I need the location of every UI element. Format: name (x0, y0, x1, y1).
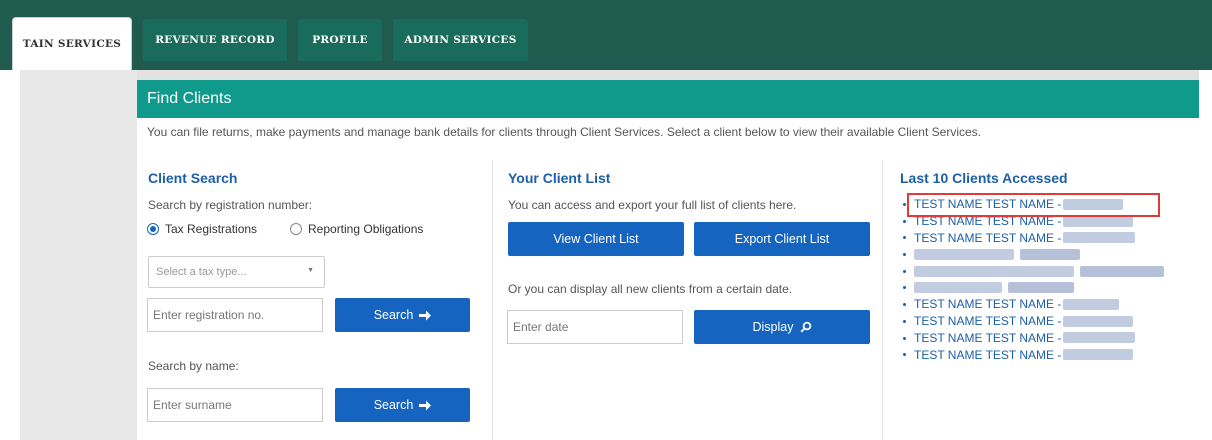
magnifier-icon (799, 321, 811, 333)
date-description: Or you can display all new clients from … (508, 282, 793, 296)
intro-text: You can file returns, make payments and … (147, 125, 981, 139)
date-input-placeholder: Enter date (513, 320, 569, 334)
recent-client-link[interactable]: TEST NAME TEST NAME - (900, 196, 1190, 213)
arrow-right-icon (419, 400, 432, 410)
radio-unselected-icon (290, 223, 302, 235)
tax-type-select[interactable]: Select a tax type... ▼ (148, 256, 325, 288)
recent-client-link[interactable] (900, 263, 1190, 280)
search-by-name-label: Search by name: (148, 359, 239, 373)
bullet-icon (903, 203, 906, 206)
recent-client-name: TEST NAME TEST NAME - (914, 214, 1062, 229)
redacted-name (914, 282, 1002, 294)
redacted-id (1008, 282, 1074, 294)
client-search-heading: Client Search (148, 170, 238, 186)
bullet-icon (903, 219, 906, 223)
view-client-list-button[interactable]: View Client List (508, 222, 684, 256)
redacted-id (1063, 332, 1136, 344)
search-button-label: Search (373, 398, 414, 412)
radio-selected-icon (147, 223, 159, 235)
recent-client-link[interactable] (900, 279, 1190, 296)
recent-client-link[interactable]: TEST NAME TEST NAME - (900, 296, 1190, 313)
tab-revenue-record[interactable]: REVENUE RECORD (143, 19, 287, 61)
radio-reporting-obligations[interactable]: Reporting Obligations (290, 222, 423, 236)
radio-tax-registrations-label: Tax Registrations (165, 222, 258, 236)
recent-client-name: TEST NAME TEST NAME - (914, 314, 1062, 329)
tab-admin-services[interactable]: ADMIN SERVICES (393, 19, 528, 61)
left-sidebar (20, 70, 137, 440)
client-list-description: You can access and export your full list… (508, 198, 797, 212)
recent-client-link[interactable]: TEST NAME TEST NAME - (900, 213, 1190, 230)
bullet-icon (903, 336, 906, 340)
export-client-list-button[interactable]: Export Client List (694, 222, 870, 256)
recent-client-link[interactable]: TEST NAME TEST NAME - (900, 313, 1190, 330)
redacted-name (914, 265, 1074, 277)
recent-client-name: TEST NAME TEST NAME - (914, 297, 1062, 312)
client-list-heading: Your Client List (508, 170, 611, 186)
recent-client-link[interactable]: TEST NAME TEST NAME - (900, 330, 1190, 347)
bullet-icon (903, 353, 906, 357)
display-button[interactable]: Display (694, 310, 870, 344)
search-by-registration-button[interactable]: Search (335, 298, 470, 332)
redacted-id (1080, 265, 1164, 277)
view-client-list-label: View Client List (553, 232, 639, 246)
recent-client-name: TEST NAME TEST NAME - (914, 330, 1062, 345)
search-by-registration-label: Search by registration number: (148, 198, 313, 212)
surname-input[interactable]: Enter surname (147, 388, 323, 422)
bullet-icon (903, 286, 906, 290)
page-title: Find Clients (147, 90, 232, 107)
search-by-name-button[interactable]: Search (335, 388, 470, 422)
recent-client-link[interactable] (900, 246, 1190, 263)
recent-clients-heading: Last 10 Clients Accessed (900, 170, 1068, 186)
recent-client-link[interactable]: TEST NAME TEST NAME - (900, 229, 1190, 246)
recent-client-name: TEST NAME TEST NAME - (914, 197, 1062, 212)
redacted-id (1063, 198, 1124, 210)
registration-number-placeholder: Enter registration no. (153, 308, 265, 322)
column-divider-2 (882, 160, 883, 440)
redacted-id (1063, 298, 1120, 310)
bullet-icon (903, 303, 906, 307)
content-gutter (137, 70, 1199, 80)
recent-clients-list: TEST NAME TEST NAME - TEST NAME TEST NAM… (900, 196, 1190, 363)
redacted-name (914, 248, 1014, 260)
radio-tax-registrations[interactable]: Tax Registrations (147, 222, 257, 236)
bullet-icon (903, 269, 906, 273)
redacted-id (1020, 248, 1080, 260)
tax-type-select-value: Select a tax type... (156, 266, 247, 278)
recent-client-name: TEST NAME TEST NAME - (914, 347, 1062, 362)
bullet-icon (903, 253, 906, 257)
surname-placeholder: Enter surname (153, 398, 232, 412)
tab-tain-services[interactable]: TAIN SERVICES (12, 17, 132, 70)
recent-client-name: TEST NAME TEST NAME - (914, 230, 1062, 245)
radio-reporting-obligations-label: Reporting Obligations (308, 222, 424, 236)
display-button-label: Display (752, 320, 794, 334)
recent-client-link[interactable]: TEST NAME TEST NAME - (900, 346, 1190, 363)
date-input[interactable]: Enter date (507, 310, 683, 344)
arrow-right-icon (419, 310, 432, 320)
column-divider-1 (492, 160, 493, 440)
page-title-banner: Find Clients (137, 80, 1199, 118)
tab-profile[interactable]: PROFILE (298, 19, 382, 61)
search-button-label: Search (373, 308, 414, 322)
bullet-icon (903, 236, 906, 240)
bullet-icon (903, 319, 906, 323)
redacted-id (1063, 215, 1134, 227)
redacted-id (1063, 232, 1136, 244)
export-client-list-label: Export Client List (734, 232, 830, 246)
registration-number-input[interactable]: Enter registration no. (147, 298, 323, 332)
chevron-down-icon: ▼ (307, 267, 314, 274)
redacted-id (1063, 349, 1134, 361)
redacted-id (1063, 315, 1134, 327)
